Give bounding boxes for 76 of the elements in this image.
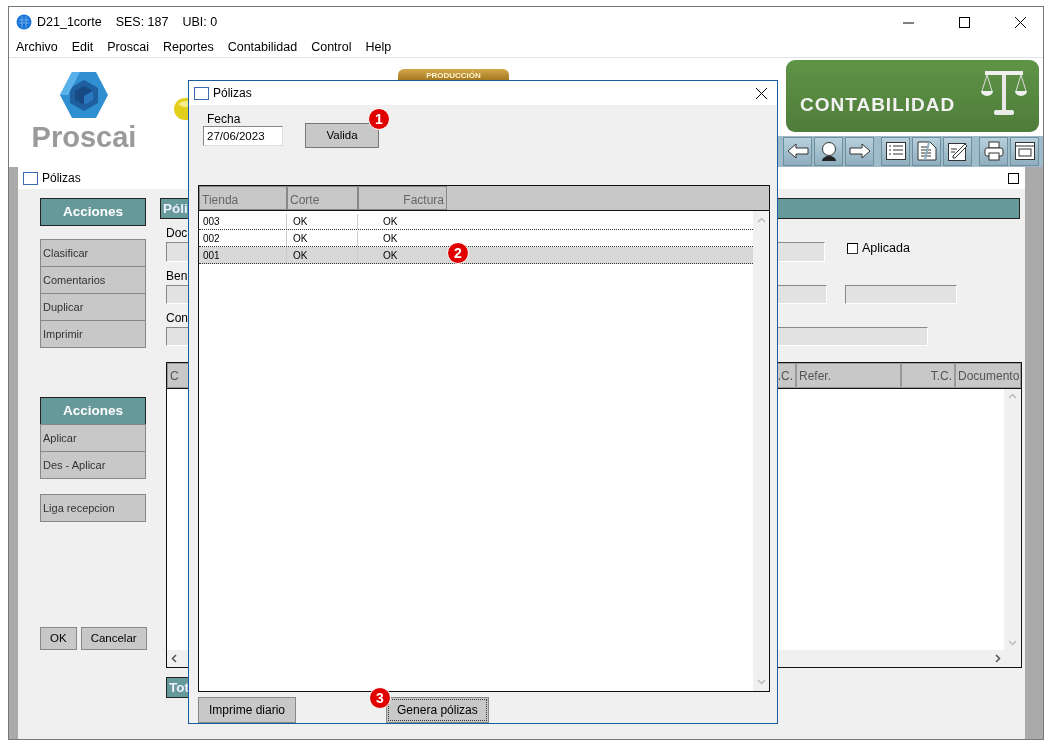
dialog-button[interactable]: Imprime diario [198,697,297,723]
window-icon [1014,142,1035,161]
column-header[interactable]: Corte [287,186,358,210]
table-cell: OK [287,230,358,246]
action-button[interactable]: Comentarios [40,266,146,294]
cancel-button[interactable]: Cancelar [80,627,147,650]
ok-button[interactable]: OK [40,627,77,650]
actions-header: Acciones [40,397,146,425]
validate-button[interactable]: Valida [305,123,379,148]
table-cell: 002 [199,230,287,246]
app-icon [16,14,32,30]
forward-button[interactable] [845,136,874,166]
menu-item[interactable]: Help [364,37,398,57]
dialog-title: Pólizas [213,85,252,102]
table-row[interactable]: 003 OK OK [199,213,753,230]
window-icon [194,86,209,100]
column-header[interactable]: Refer. [796,363,901,388]
column-header[interactable]: Tienda [199,186,287,210]
menu-item[interactable]: Reportes [161,37,220,57]
field-label: Con [166,311,188,325]
actions-header: Acciones [40,198,146,226]
action-button[interactable]: Liga recepcion [40,494,146,522]
window-title: D21_1corte [37,13,102,31]
column-header[interactable]: Factura [358,186,447,210]
edit-button[interactable] [943,136,972,166]
close-icon[interactable] [1015,16,1026,28]
window-title: Pólizas [42,170,81,187]
date-label: Fecha [207,113,242,126]
menu-item[interactable]: Control [310,37,358,57]
column-header[interactable]: Documento [955,363,1021,388]
table-cell: OK [287,213,358,229]
action-button[interactable]: Clasificar [40,239,146,267]
close-icon[interactable] [756,87,767,99]
field-label: Doc [166,226,188,240]
action-button[interactable]: Des - Aplicar [40,451,146,479]
input-field[interactable] [845,285,957,304]
dialog-button[interactable]: Genera pólizas [386,697,489,723]
document-button[interactable] [912,136,941,166]
scroll-right-icon[interactable] [995,654,1001,663]
logo-text: Proscai [31,122,137,152]
list-icon [885,142,906,161]
menu-item[interactable]: Contabilidad [226,37,304,57]
back-button[interactable] [783,136,812,166]
action-button[interactable]: Imprimir [40,320,146,348]
maximize-icon[interactable] [959,16,970,28]
maximize-icon[interactable] [1008,172,1019,184]
list-button[interactable] [881,136,910,166]
table-cell-text: OK [382,248,399,263]
user-button[interactable] [814,136,843,166]
checkbox[interactable] [847,243,858,255]
arrow-right-icon [848,143,871,160]
menu-item[interactable]: Archivo [15,37,64,57]
window-button[interactable] [1010,136,1039,166]
menu-item[interactable]: Edit [70,37,100,57]
print-button[interactable] [979,136,1008,166]
table-cell: 001 [199,247,287,263]
field-label: Ben [166,269,188,283]
date-field[interactable]: 27/06/2023 [203,126,283,146]
session-label: SES: 187 [115,13,169,31]
logo-icon [60,72,108,118]
arrow-left-icon [786,143,809,160]
table-cell: 003 [199,213,287,229]
location-label: UBI: 0 [182,13,218,31]
document-icon [916,141,937,162]
checkbox-label: Aplicada [862,240,910,258]
scroll-left-icon[interactable] [171,654,177,663]
printer-icon [983,141,1004,162]
column-header[interactable]: T.C. [901,363,955,388]
menu-item[interactable]: Proscai [106,37,155,57]
action-button[interactable]: Aplicar [40,424,146,452]
table-cell: OK [287,247,358,263]
table-cell-text: OK [382,231,399,246]
window-icon [23,171,38,185]
action-button[interactable]: Duplicar [40,293,146,321]
edit-icon [947,141,968,162]
banner-title: CONTABILIDAD [800,92,956,117]
